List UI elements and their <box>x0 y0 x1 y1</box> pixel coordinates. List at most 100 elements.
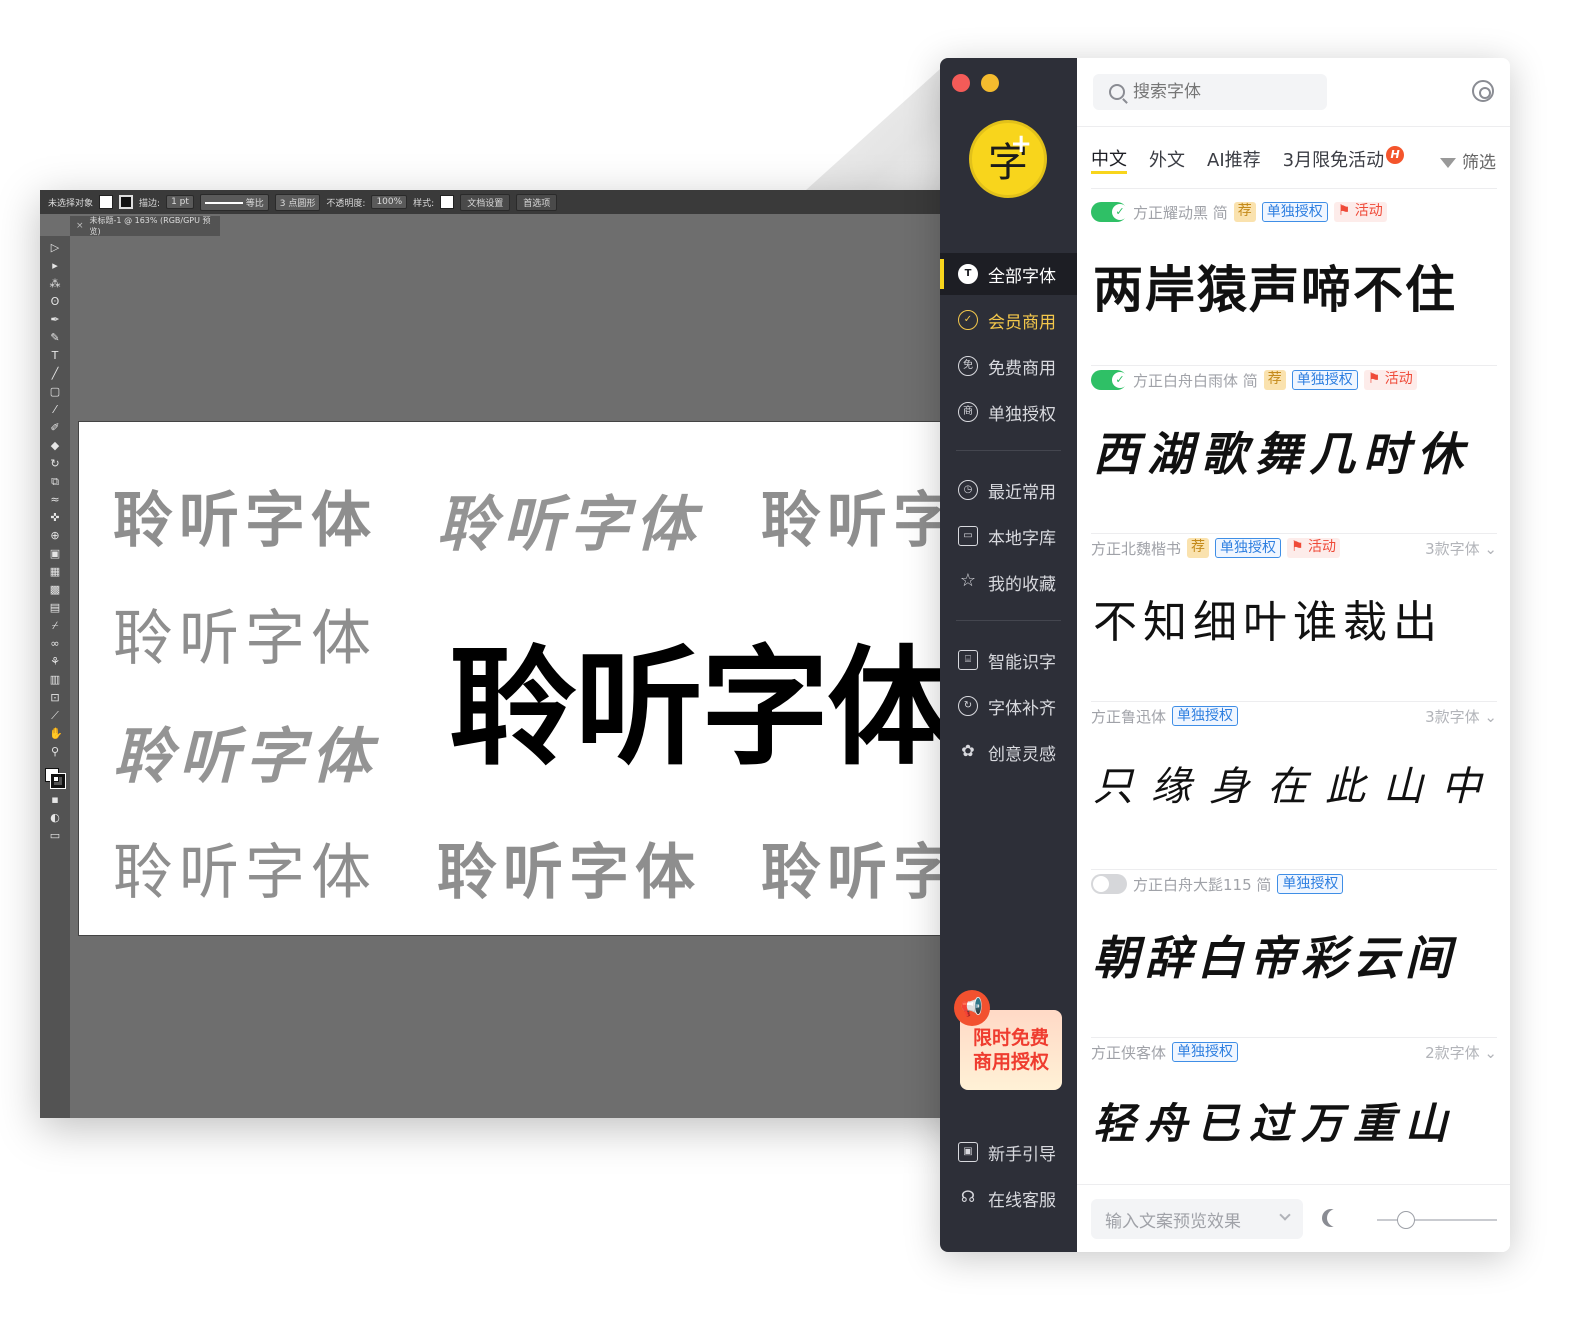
sample-text[interactable]: 聆听字体 <box>437 476 701 563</box>
rectangle-tool-icon[interactable]: ▢ <box>49 386 61 398</box>
perspective-grid-tool-icon[interactable]: ▦ <box>49 566 61 578</box>
tab-foreign[interactable]: 外文 <box>1149 146 1185 172</box>
sample-text[interactable]: 聆听字体 <box>113 590 377 677</box>
sidebar-item-recent[interactable]: ◷ 最近常用 <box>940 469 1077 511</box>
style-swatch[interactable] <box>440 195 455 209</box>
warp-tool-icon[interactable]: ≈ <box>49 494 61 506</box>
document-setup-button[interactable]: 文档设置 <box>460 193 511 211</box>
font-card[interactable]: 方正北魏楷书 荐 单独授权 ⚑ 活动 3款字体 ⌄ 不知细叶谁裁出 <box>1091 534 1497 702</box>
variants-dropdown[interactable]: 3款字体 ⌄ <box>1425 538 1497 559</box>
font-card[interactable]: 方正白舟大髭115 简 单独授权 朝辞白帝彩云间 <box>1091 870 1497 1038</box>
tab-chinese[interactable]: 中文 <box>1091 145 1127 174</box>
draw-mode-icon[interactable]: ◐ <box>49 812 61 824</box>
variants-dropdown[interactable]: 3款字体 ⌄ <box>1425 706 1497 727</box>
shape-builder-tool-icon[interactable]: ⊕ <box>49 530 61 542</box>
close-icon[interactable]: × <box>76 221 84 231</box>
sidebar-item-guide[interactable]: ▣ 新手引导 <box>940 1131 1077 1173</box>
puppet-warp-tool-icon[interactable]: ✜ <box>49 512 61 524</box>
lasso-tool-icon[interactable]: ʘ <box>49 296 61 308</box>
paintbrush-tool-icon[interactable]: ⁄ <box>49 404 61 416</box>
artboard-tool-icon[interactable]: ⊡ <box>49 692 61 704</box>
gradient-tool-icon[interactable]: ▤ <box>49 602 61 614</box>
variable-width-profile[interactable]: 等比 <box>199 193 269 211</box>
font-card[interactable]: 方正侠客体 单独授权 2款字体 ⌄ 轻舟已过万重山 <box>1091 1038 1497 1206</box>
graph-tool-icon[interactable]: ▥ <box>49 674 61 686</box>
filter-label: 筛选 <box>1462 153 1496 173</box>
style-label: 样式: <box>413 198 435 209</box>
sample-text-partial[interactable]: 聆听字 <box>761 824 959 911</box>
pen-tool-icon[interactable]: ✒ <box>49 314 61 326</box>
close-window-button[interactable] <box>952 74 970 92</box>
artboard[interactable]: 聆听字体 聆听字体 聆听字 聆听字体 聆听字体 聆听字体 聆听字体 聆听字 聆听… <box>78 421 980 936</box>
sidebar-item-all-fonts[interactable]: T 全部字体 <box>940 253 1077 295</box>
dark-mode-moon-icon[interactable] <box>1327 1209 1345 1227</box>
sidebar-item-local-library[interactable]: ▭ 本地字库 <box>940 515 1077 557</box>
rotate-tool-icon[interactable]: ↻ <box>49 458 61 470</box>
eyedropper-tool-icon[interactable]: ⌿ <box>49 620 61 632</box>
symbol-sprayer-tool-icon[interactable]: ⚘ <box>49 656 61 668</box>
sample-text[interactable]: 聆听字体 <box>437 824 701 911</box>
headline-text[interactable]: 聆听字体 <box>449 604 955 789</box>
screen-mode-icon[interactable]: ▭ <box>49 830 61 842</box>
minimize-window-button[interactable] <box>981 74 999 92</box>
font-card[interactable]: 方正白舟白雨体 简 荐 单独授权 ⚑ 活动 西湖歌舞几时休 <box>1091 366 1497 534</box>
color-mode-icon[interactable]: ▪ <box>49 794 61 806</box>
filter-button[interactable]: 筛选 <box>1440 148 1496 173</box>
brush-definition[interactable]: 3 点圆形 <box>274 193 321 211</box>
preferences-button[interactable]: 首选项 <box>516 193 558 211</box>
sidebar-item-support[interactable]: ☊ 在线客服 <box>940 1177 1077 1219</box>
slider-knob[interactable] <box>1397 1211 1415 1229</box>
eraser-tool-icon[interactable]: ◆ <box>49 440 61 452</box>
font-activate-toggle[interactable] <box>1091 874 1127 894</box>
fill-swatch[interactable] <box>99 195 114 209</box>
document-tab[interactable]: × 未标题-1 @ 163% (RGB/GPU 预览) <box>70 216 220 236</box>
font-name: 方正白舟白雨体 简 <box>1133 371 1258 390</box>
curvature-tool-icon[interactable]: ✎ <box>49 332 61 344</box>
font-card[interactable]: 方正鲁迅体 单独授权 3款字体 ⌄ 只缘身在此山中 <box>1091 702 1497 870</box>
chevron-down-icon[interactable] <box>1279 1209 1291 1221</box>
preview-text-input[interactable]: 输入文案预览效果 <box>1091 1199 1303 1239</box>
font-name: 方正北魏楷书 <box>1091 539 1182 558</box>
sidebar-item-font-completion[interactable]: ↻ 字体补齐 <box>940 685 1077 727</box>
type-tool-icon[interactable]: T <box>49 350 61 362</box>
scale-tool-icon[interactable]: ⧉ <box>49 476 61 488</box>
search-box[interactable] <box>1093 74 1327 110</box>
mesh-tool-icon[interactable]: ▩ <box>49 584 61 596</box>
blend-tool-icon[interactable]: ∞ <box>49 638 61 650</box>
selection-tool-icon[interactable]: ▷ <box>49 242 61 254</box>
sidebar-item-single-license[interactable]: 商 单独授权 <box>940 391 1077 433</box>
slice-tool-icon[interactable]: ⟋ <box>49 710 61 722</box>
sample-text[interactable]: 聆听字体 <box>113 472 377 559</box>
shaper-tool-icon[interactable]: ✐ <box>49 422 61 434</box>
font-activate-toggle[interactable] <box>1091 202 1128 222</box>
settings-gear-icon[interactable] <box>1472 80 1494 102</box>
font-activate-toggle[interactable] <box>1091 370 1128 390</box>
sample-text-partial[interactable]: 聆听字 <box>761 472 959 559</box>
search-input[interactable] <box>1133 82 1313 102</box>
sidebar-item-free-commercial[interactable]: 免 免费商用 <box>940 345 1077 387</box>
live-paint-tool-icon[interactable]: ▣ <box>49 548 61 560</box>
preview-size-slider[interactable] <box>1377 1211 1497 1229</box>
hand-tool-icon[interactable]: ✋ <box>49 728 63 740</box>
opacity-field[interactable]: 100% <box>371 195 408 209</box>
tab-ai-recommend[interactable]: AI推荐 <box>1207 146 1261 172</box>
sidebar-item-member-commercial[interactable]: ✓ 会员商用 <box>940 299 1077 341</box>
sidebar-item-font-recognition[interactable]: ⌸ 智能识字 <box>940 639 1077 681</box>
sidebar-item-favorites[interactable]: ☆ 我的收藏 <box>940 561 1077 603</box>
direct-selection-tool-icon[interactable]: ▸ <box>49 260 61 272</box>
hot-badge-icon: H <box>1386 146 1405 164</box>
tab-march-free[interactable]: 3月限免活动 H <box>1283 146 1405 172</box>
sidebar-item-inspiration[interactable]: ✿ 创意灵感 <box>940 731 1077 773</box>
opacity-label: 不透明度: <box>326 198 366 209</box>
magic-wand-tool-icon[interactable]: ⁂ <box>49 278 61 290</box>
stroke-swatch[interactable] <box>119 195 134 209</box>
sample-text[interactable]: 聆听字体 <box>113 708 377 795</box>
variants-dropdown[interactable]: 2款字体 ⌄ <box>1425 1042 1497 1063</box>
line-tool-icon[interactable]: ╱ <box>49 368 61 380</box>
font-card[interactable]: 方正耀动黑 简 荐 单独授权 ⚑ 活动 两岸猿声啼不住 <box>1091 198 1497 366</box>
zoom-tool-icon[interactable]: ⚲ <box>49 746 61 758</box>
promo-banner[interactable]: 限时免费 商用授权 📢 <box>954 990 1062 1090</box>
fill-stroke-indicator[interactable] <box>45 768 66 789</box>
sample-text[interactable]: 聆听字体 <box>113 824 377 911</box>
stroke-weight-field[interactable]: 1 pt <box>166 195 194 209</box>
